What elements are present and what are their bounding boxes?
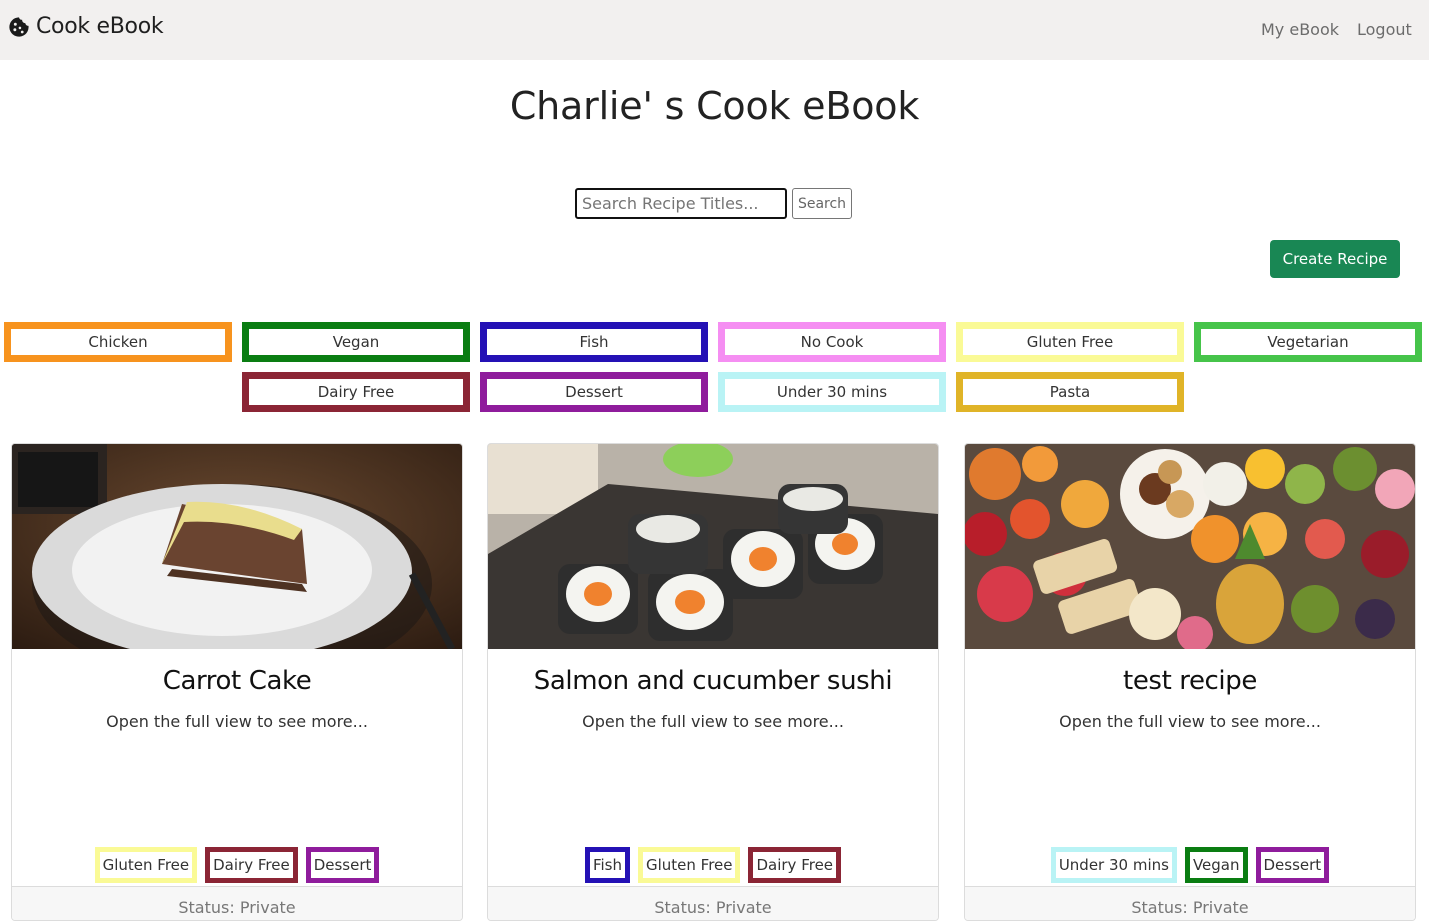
tag-filter-pasta[interactable]: Pasta [956,372,1184,412]
recipe-tag: Dairy Free [748,847,842,883]
recipe-tag: Vegan [1184,847,1248,883]
recipe-tags: Gluten Free Dairy Free Dessert [12,847,462,883]
recipe-image-carrot-cake[interactable] [12,444,462,649]
recipe-description: Open the full view to see more... [1059,712,1321,731]
brand-link[interactable]: Cook eBook [8,14,164,39]
cookie-icon [9,16,29,37]
recipe-image-salmon-sushi[interactable] [488,444,938,649]
tag-filter-gluten-free[interactable]: Gluten Free [956,322,1184,362]
recipe-status: Status: Private [12,886,462,920]
recipe-title[interactable]: Carrot Cake [12,666,462,696]
recipe-title[interactable]: Salmon and cucumber sushi [488,666,938,696]
recipe-title[interactable]: test recipe [965,666,1415,696]
search-input[interactable] [575,188,787,219]
tag-filter-dessert[interactable]: Dessert [480,372,708,412]
recipe-description: Open the full view to see more... [106,712,368,731]
recipe-image-test-recipe[interactable] [965,444,1415,649]
recipe-card[interactable]: test recipe Open the full view to see mo… [964,443,1416,921]
recipe-tag: Fish [584,847,630,883]
recipe-tag: Under 30 mins [1050,847,1177,883]
recipe-card[interactable]: Salmon and cucumber sushi Open the full … [487,443,939,921]
recipe-tags: Fish Gluten Free Dairy Free [488,847,938,883]
recipe-tags: Under 30 mins Vegan Dessert [965,847,1415,883]
search-button[interactable]: Search [792,188,852,219]
recipe-status: Status: Private [488,886,938,920]
nav-link-logout[interactable]: Logout [1357,20,1412,39]
tag-filter-no-cook[interactable]: No Cook [718,322,946,362]
recipe-tag: Gluten Free [94,847,198,883]
navbar: Cook eBook My eBook Logout [0,0,1429,60]
recipe-tag: Dessert [305,847,380,883]
tag-filter-fish[interactable]: Fish [480,322,708,362]
tag-filter-vegan[interactable]: Vegan [242,322,470,362]
tag-filter-chicken[interactable]: Chicken [4,322,232,362]
tag-filter-dairy-free[interactable]: Dairy Free [242,372,470,412]
nav-link-my-ebook[interactable]: My eBook [1261,20,1339,39]
create-recipe-button[interactable]: Create Recipe [1270,240,1400,278]
brand-name: Cook eBook [36,14,164,39]
recipe-status: Status: Private [965,886,1415,920]
tag-filter-under-30-mins[interactable]: Under 30 mins [718,372,946,412]
recipe-tag: Gluten Free [637,847,741,883]
recipe-description: Open the full view to see more... [582,712,844,731]
tag-filter-vegetarian[interactable]: Vegetarian [1194,322,1422,362]
page-title: Charlie' s Cook eBook [509,84,920,128]
recipe-card[interactable]: Carrot Cake Open the full view to see mo… [11,443,463,921]
recipe-tag: Dairy Free [205,847,298,883]
recipe-tag: Dessert [1255,847,1330,883]
